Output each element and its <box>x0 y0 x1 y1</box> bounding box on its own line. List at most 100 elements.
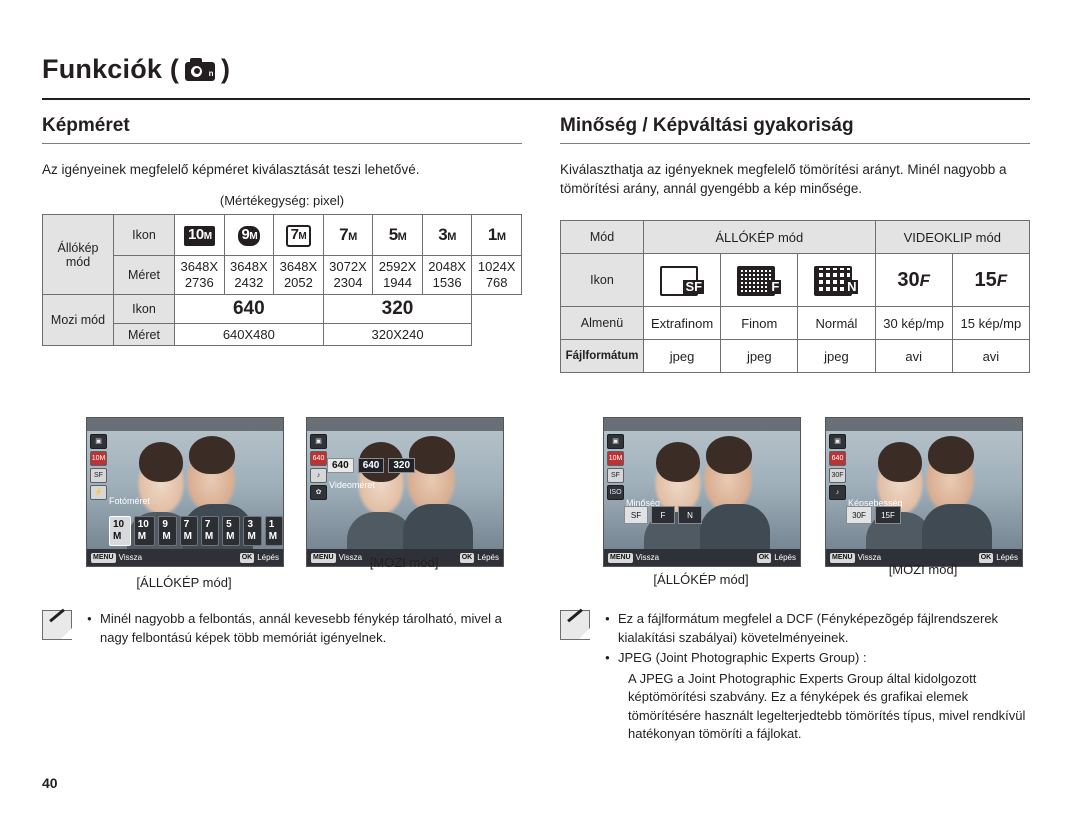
menu-item-fine[interactable]: F <box>651 506 675 524</box>
document-page: Funkciók ( n ) Képméret Az igényeinek me… <box>0 0 1080 815</box>
ok-button[interactable]: OK Lépés <box>978 552 1018 563</box>
ok-key-icon: OK <box>756 552 772 563</box>
table-row: Méret 3648X 2736 3648X 2432 3648X 2052 3072… <box>43 255 522 295</box>
framerate-icon: 30F <box>829 468 846 483</box>
quality-icon-30fps: 30F <box>874 253 953 307</box>
format-4: avi <box>951 339 1031 373</box>
back-button[interactable]: MENU Vissza <box>608 552 659 563</box>
menu-item-7m[interactable]: 7 M <box>200 516 220 546</box>
table-row: Fájlformátum jpeg jpeg jpeg avi avi <box>560 339 1031 373</box>
lcd-left-icon-column: ▣ 10M SF ISO <box>607 434 624 500</box>
size-icon: 10M <box>607 451 624 466</box>
lcd-screenshot-movie-videosize: ▣ 640 ♪ ✿ 640 640 320 Videoméret MENU Vi… <box>306 417 504 567</box>
lcd-left-icon-column: ▣ 640 ♪ ✿ <box>310 434 327 500</box>
left-section-divider <box>42 143 522 144</box>
menu-item-10m-selected[interactable]: 10 M <box>109 516 131 546</box>
lcd-videosize-tabs: 640 640 320 <box>327 458 416 473</box>
header-still-mode: ÁLLÓKÉP mód <box>643 220 876 254</box>
left-note-body: Minél nagyobb a felbontás, annál keveseb… <box>86 610 522 649</box>
still-icon-7m: 7M <box>322 214 374 256</box>
table-row: Almenü Extrafinom Finom Normál 30 kép/mp… <box>560 306 1031 340</box>
menu-item-superfine[interactable]: SF <box>624 506 648 524</box>
tab-320[interactable]: 320 <box>388 458 416 473</box>
right-note-block: Ez a fájlformátum megfelel a DCF (Fényké… <box>560 608 1030 746</box>
quality-table: Mód ÁLLÓKÉP mód VIDEOKLIP mód Ikon SF F … <box>560 220 1031 373</box>
ok-key-icon: OK <box>239 552 255 563</box>
lcd-screenshot-still-photosize: ▣ 10M SF ⚡ Fotóméret 10 M 10 M 9 M 7 M 7… <box>86 417 284 567</box>
icon-row-label-1: Ikon <box>113 214 175 256</box>
quality-icon-15fps: 15F <box>951 253 1031 307</box>
menu-item-9m[interactable]: 9 M <box>158 516 177 546</box>
still-icon-7m-wide: 7M <box>273 214 324 256</box>
submenu-normal: Normál <box>797 306 876 340</box>
ok-key-icon: OK <box>978 552 994 563</box>
quality-icon-fine: F <box>720 253 799 307</box>
still-size-0: 3648X 2736 <box>174 255 225 295</box>
macro-icon: ✿ <box>310 485 327 500</box>
left-note-item-1: Minél nagyobb a felbontás, annál keveseb… <box>87 610 522 647</box>
mode-label: Mód <box>560 220 644 254</box>
still-icon-1m: 1M <box>471 214 522 256</box>
ok-button[interactable]: OK Lépés <box>756 552 796 563</box>
menu-item-30fps[interactable]: 30F <box>846 506 872 524</box>
back-button[interactable]: MENU Vissza <box>91 552 142 563</box>
page-number: 40 <box>42 775 58 791</box>
movie-icon-640: 640 <box>174 294 324 324</box>
menu-item-7m-wide[interactable]: 7 M <box>179 516 198 546</box>
still-size-1: 3648X 2432 <box>223 255 275 295</box>
movie-size-640: 640X480 <box>174 323 324 346</box>
table-row: Méret 640X480 320X240 <box>43 323 522 346</box>
back-button[interactable]: MENU Vissza <box>830 552 881 563</box>
submenu-fine: Finom <box>720 306 799 340</box>
mode-icon: ▣ <box>90 434 107 449</box>
still-size-6: 1024X 768 <box>471 255 522 295</box>
camera-mode-icon: n <box>185 57 216 82</box>
size-icon: 640 <box>310 451 327 466</box>
size-row-label-2: Méret <box>113 323 175 346</box>
iso-icon: ISO <box>607 485 624 500</box>
menu-item-5m[interactable]: 5 M <box>222 516 241 546</box>
movie-mode-label: Mozi mód <box>42 294 114 346</box>
submenu-15fps: 15 kép/mp <box>951 306 1031 340</box>
menu-key-icon: MENU <box>91 552 116 563</box>
still-size-4: 2592X 1944 <box>372 255 423 295</box>
caption-still-mode-right: [ÁLLÓKÉP mód] <box>653 572 749 587</box>
icon-row-label-2: Ikon <box>113 294 175 324</box>
note-pencil-icon <box>560 608 594 640</box>
movie-size-320: 320X240 <box>322 323 473 346</box>
menu-item-15fps[interactable]: 15F <box>875 506 901 524</box>
submenu-label: Almenü <box>560 306 644 340</box>
menu-item-3m[interactable]: 3 M <box>243 516 262 546</box>
still-icon-5m: 5M <box>372 214 423 256</box>
menu-item-normal[interactable]: N <box>678 506 702 524</box>
format-1: jpeg <box>720 339 799 373</box>
menu-key-icon: MENU <box>830 552 855 563</box>
format-3: avi <box>874 339 953 373</box>
right-note-item-3: A JPEG a Joint Photographic Experts Grou… <box>628 670 1026 742</box>
lcd-bottom-bar: MENU Vissza OK Lépés <box>87 549 283 566</box>
menu-key-icon: MENU <box>608 552 633 563</box>
lcd-menu-title: Fotóméret <box>109 496 151 506</box>
mode-icon: ▣ <box>607 434 624 449</box>
quality-icon: SF <box>607 468 624 483</box>
mode-icon: ▣ <box>829 434 846 449</box>
quality-icon-normal: N <box>797 253 876 307</box>
table-row: Ikon SF F N 30F 15F <box>560 253 1031 307</box>
submenu-extrafine: Extrafinom <box>642 306 722 340</box>
lcd-menu-title: Videoméret <box>329 480 375 490</box>
mode-icon: ▣ <box>310 434 327 449</box>
caption-still-mode-left: [ÁLLÓKÉP mód] <box>136 575 232 590</box>
tab-640-selected[interactable]: 640 <box>327 458 354 473</box>
menu-item-1m[interactable]: 1 M <box>264 516 283 546</box>
format-label: Fájlformátum <box>560 339 644 373</box>
lcd-bottom-bar: MENU Vissza OK Lépés <box>604 549 800 566</box>
page-title-prefix: Funkciók ( <box>42 54 180 84</box>
ok-button[interactable]: OK Lépés <box>239 552 279 563</box>
tab-640[interactable]: 640 <box>357 458 385 473</box>
header-video-mode: VIDEOKLIP mód <box>874 220 1031 254</box>
menu-item-10m[interactable]: 10 M <box>133 516 156 546</box>
page-title-suffix: ) <box>221 54 231 84</box>
lcd-framerate-menu: 30F 15F <box>846 506 901 524</box>
lcd-screenshot-movie-framerate: ▣ 640 30F ♪ Képsebesség 30F 15F MENU Vis… <box>825 417 1023 567</box>
page-header: Funkciók ( n ) <box>42 54 1030 85</box>
